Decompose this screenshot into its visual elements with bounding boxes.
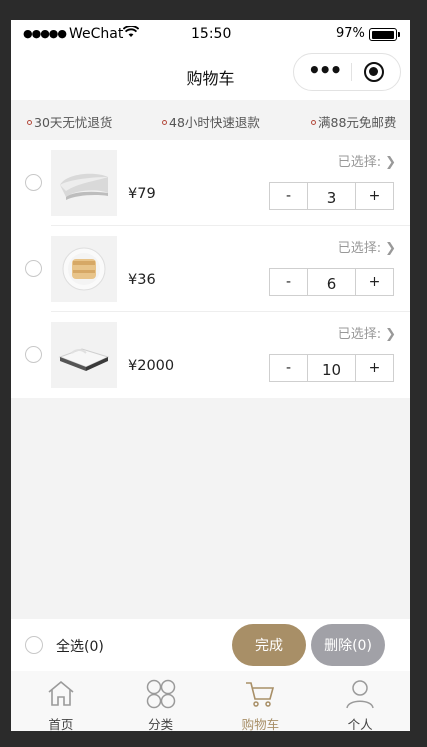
capsule-divider [351,63,352,81]
battery-percent: 97% [336,26,365,41]
cart-item: ¥2000 已选择: ❯ - 10 + [11,312,410,398]
tab-label: 个人 [347,717,373,731]
cart-list: ¥79 已选择: ❯ - 3 + ¥36 已选择: ❯ - 6 + ¥2000 … [11,140,410,398]
select-all-radio[interactable] [25,636,43,654]
quantity-stepper: - 10 + [269,354,394,382]
service-label: 30天无忧退货 [34,115,113,130]
item-price: ¥2000 [128,358,175,374]
decrease-button[interactable]: - [270,269,307,295]
tab-label: 购物车 [241,717,280,731]
nav-bar: 购物车 ••• [11,50,410,100]
quantity-stepper: - 6 + [269,268,394,296]
carrier-label: WeChat [69,26,124,42]
tab-label: 首页 [48,717,74,731]
quantity-stepper: - 3 + [269,182,394,210]
circle-dot-icon [311,120,316,125]
tab-home[interactable]: 首页 [11,671,111,731]
product-image-towel-box[interactable] [51,322,117,388]
chevron-right-icon: ❯ [385,327,396,342]
service-label: 48小时快速退款 [169,115,260,130]
service-item: 30天无忧退货 [27,112,112,131]
tab-category[interactable]: 分类 [111,671,211,731]
service-label: 满88元免邮费 [318,115,397,130]
circle-dot-icon [27,120,32,125]
cart-icon [246,682,275,707]
circle-dot-icon [162,120,167,125]
increase-button[interactable]: + [356,183,393,209]
miniprogram-capsule: ••• [293,53,401,91]
tab-label: 分类 [148,717,174,731]
item-select-radio[interactable] [25,346,42,363]
item-price: ¥36 [128,272,156,288]
product-image-pillow[interactable] [51,150,117,216]
spec-label: 已选择: [337,327,382,342]
person-icon [346,680,374,709]
tab-profile[interactable]: 个人 [310,671,410,731]
decrease-button[interactable]: - [270,355,307,381]
tab-cart[interactable]: 购物车 [211,671,311,731]
spec-label: 已选择: [337,155,382,170]
wifi-icon [122,25,140,42]
clock: 15:50 [191,26,232,42]
cart-item: ¥79 已选择: ❯ - 3 + [11,140,410,226]
spec-selector[interactable]: 已选择: ❯ [338,323,396,342]
signal-icon: ●●●●● [23,27,67,40]
service-item: 48小时快速退款 [162,112,260,131]
status-bar: ●●●●● WeChat 15:50 97% [11,20,410,50]
spec-label: 已选择: [337,241,382,256]
quantity-value[interactable]: 6 [307,269,356,295]
service-strip: 30天无忧退货 48小时快速退款 满88元免邮费 [11,100,410,140]
quantity-value[interactable]: 3 [307,183,356,209]
chevron-right-icon: ❯ [385,155,396,170]
spec-selector[interactable]: 已选择: ❯ [338,151,396,170]
increase-button[interactable]: + [356,269,393,295]
more-dots-icon[interactable]: ••• [308,60,346,81]
cart-action-bar: 全选(0) 完成 删除(0) [11,619,410,671]
item-select-radio[interactable] [25,260,42,277]
category-icon [146,679,175,709]
quantity-value[interactable]: 10 [307,355,356,381]
battery-icon [369,28,400,41]
chevron-right-icon: ❯ [385,241,396,256]
item-select-radio[interactable] [25,174,42,191]
spec-selector[interactable]: 已选择: ❯ [338,237,396,256]
target-close-icon[interactable] [364,62,384,82]
battery-fill [371,30,394,39]
phone-screen: ●●●●● WeChat 15:50 97% 购物车 ••• 30天无忧退货 4… [11,20,410,731]
tab-bar: 首页 分类 购物车 个人 [11,671,410,731]
home-icon [48,680,74,706]
service-item: 满88元免邮费 [311,112,396,131]
delete-button[interactable]: 删除(0) [311,624,385,666]
done-button[interactable]: 完成 [232,624,306,666]
increase-button[interactable]: + [356,355,393,381]
product-image-food-plate[interactable] [51,236,117,302]
cart-item: ¥36 已选择: ❯ - 6 + [11,226,410,312]
decrease-button[interactable]: - [270,183,307,209]
item-price: ¥79 [128,186,156,202]
select-all-label[interactable]: 全选(0) [56,636,104,656]
